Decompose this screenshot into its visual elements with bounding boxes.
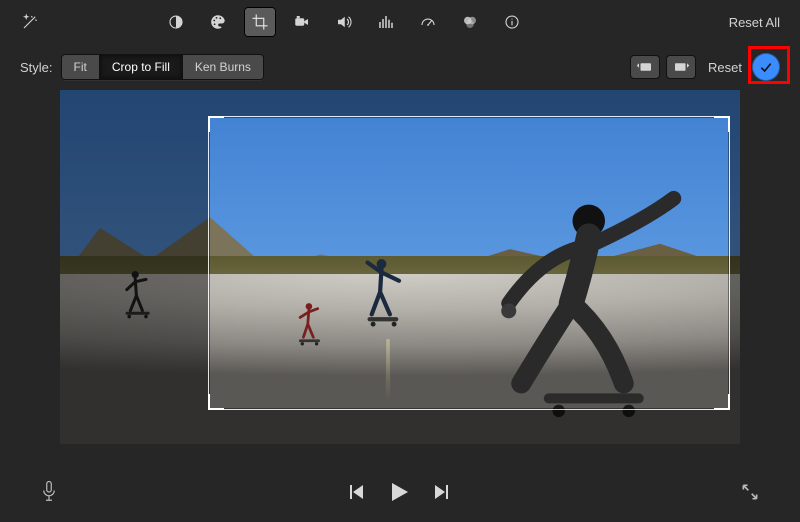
fullscreen-button[interactable] — [740, 482, 760, 505]
next-button[interactable] — [433, 484, 449, 503]
style-label: Style: — [20, 60, 53, 75]
volume-icon[interactable] — [328, 7, 360, 37]
crop-handle-tl[interactable] — [208, 116, 224, 132]
reset-button[interactable]: Reset — [708, 60, 742, 75]
play-button[interactable] — [387, 480, 411, 507]
magic-wand-icon[interactable] — [14, 7, 46, 37]
reset-all-button[interactable]: Reset All — [723, 11, 786, 34]
seg-fit[interactable]: Fit — [62, 55, 100, 79]
crop-handle-br[interactable] — [714, 394, 730, 410]
equalizer-icon[interactable] — [370, 7, 402, 37]
crop-dim — [730, 90, 740, 444]
speed-icon[interactable] — [412, 7, 444, 37]
apply-check-icon — [758, 59, 774, 75]
crop-dim — [208, 90, 730, 116]
rotate-cw-button[interactable] — [666, 55, 696, 79]
color-palette-icon[interactable] — [202, 7, 234, 37]
top-toolbar: Reset All — [0, 4, 800, 40]
rotate-ccw-button[interactable] — [630, 55, 660, 79]
style-row: Style: Fit Crop to Fill Ken Burns Reset — [0, 50, 800, 84]
crop-dim — [208, 410, 730, 444]
seg-ken-burns[interactable]: Ken Burns — [183, 55, 263, 79]
play-controls — [349, 480, 449, 507]
crop-handle-bl[interactable] — [208, 394, 224, 410]
color-balance-icon[interactable] — [454, 7, 486, 37]
playback-bar — [0, 464, 800, 522]
crop-dim — [60, 90, 208, 444]
apply-button[interactable] — [752, 53, 780, 81]
crop-handle-tr[interactable] — [714, 116, 730, 132]
prev-button[interactable] — [349, 484, 365, 503]
seg-crop-to-fill[interactable]: Crop to Fill — [100, 55, 183, 79]
info-icon[interactable] — [496, 7, 528, 37]
microphone-button[interactable] — [40, 480, 58, 507]
camera-icon[interactable] — [286, 7, 318, 37]
video-preview[interactable] — [60, 90, 740, 444]
crop-rectangle[interactable] — [208, 116, 730, 410]
contrast-icon[interactable] — [160, 7, 192, 37]
crop-icon[interactable] — [244, 7, 276, 37]
style-segmented-control: Fit Crop to Fill Ken Burns — [61, 54, 264, 80]
